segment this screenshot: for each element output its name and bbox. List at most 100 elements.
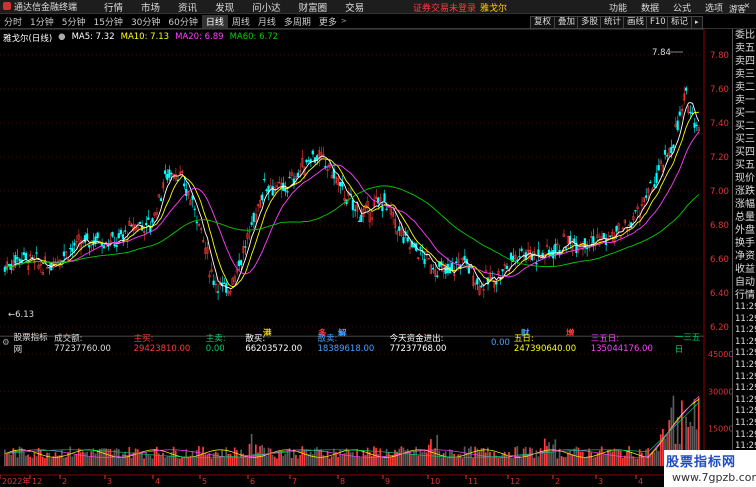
candle bbox=[237, 260, 241, 267]
volume-bar bbox=[484, 452, 487, 466]
candle bbox=[239, 260, 243, 265]
volume-bar bbox=[586, 456, 588, 466]
low-price-label: ←6.13 bbox=[8, 310, 34, 320]
volume-bar bbox=[362, 450, 365, 466]
kline-chart[interactable]: 7.80 7.60 7.40 7.20 7.00 6.80 6.60 6.40 6.20 4500… bbox=[0, 0, 756, 487]
volume-bar bbox=[630, 451, 633, 466]
volume-bar bbox=[634, 458, 637, 466]
candle bbox=[62, 251, 66, 257]
volume-bar bbox=[556, 458, 559, 466]
volume-bar bbox=[493, 452, 496, 466]
volume-bar bbox=[349, 452, 352, 466]
quote-label: 买三 bbox=[735, 134, 755, 145]
volume-bar bbox=[581, 451, 584, 466]
volume-bar bbox=[18, 446, 21, 466]
volume-bar bbox=[160, 455, 162, 466]
xaxis-tick: 12 bbox=[32, 477, 42, 486]
indicator-header: ⚙ 股票指标网 成交额: 77237760.00 主买: 29423810.00… bbox=[0, 333, 704, 355]
candle bbox=[296, 172, 300, 177]
volume-bar bbox=[176, 457, 179, 466]
candle bbox=[455, 261, 458, 263]
volume-bar bbox=[86, 451, 88, 466]
volume-bar bbox=[552, 444, 555, 466]
volume-bar bbox=[419, 450, 422, 466]
volume-bar bbox=[636, 458, 639, 466]
volume-bar bbox=[337, 457, 339, 466]
volume-bar bbox=[389, 456, 392, 466]
volume-bar bbox=[52, 456, 55, 466]
xaxis-tick: 3 bbox=[598, 477, 603, 486]
volume-bar bbox=[113, 449, 116, 466]
volume-bar bbox=[33, 452, 36, 466]
candle bbox=[383, 193, 386, 202]
candle bbox=[7, 263, 11, 266]
volume-bar bbox=[94, 453, 97, 466]
candle bbox=[286, 191, 289, 193]
volume-bar bbox=[141, 452, 143, 466]
volume-bar bbox=[421, 452, 424, 466]
candle bbox=[151, 218, 154, 223]
candle bbox=[670, 147, 673, 154]
candle bbox=[102, 246, 106, 249]
tick-time: 11:29 bbox=[735, 394, 756, 405]
volume-bar bbox=[39, 449, 42, 466]
candle bbox=[402, 237, 405, 243]
indicator-value-turnover: 成交额: 77237760.00 bbox=[54, 334, 111, 354]
tick-time: 11:29 bbox=[735, 371, 756, 382]
candle bbox=[431, 267, 435, 270]
volume-bar bbox=[20, 447, 23, 466]
volume-bar bbox=[373, 446, 375, 466]
candle bbox=[117, 233, 120, 239]
price-tick: 6.60 bbox=[710, 255, 729, 265]
volume-bar bbox=[499, 456, 502, 466]
candle bbox=[107, 245, 110, 247]
volume-bar bbox=[330, 456, 333, 466]
tick-time: 11:29 bbox=[735, 406, 756, 417]
volume-bar bbox=[233, 447, 236, 466]
indicator-title[interactable]: 股票指标网 bbox=[14, 331, 51, 355]
candle bbox=[48, 266, 51, 269]
ma5-line bbox=[4, 102, 700, 290]
quote-label: 买二 bbox=[735, 121, 755, 132]
tick-time: 11:29 bbox=[735, 429, 756, 440]
price-tick: 6.80 bbox=[710, 221, 729, 231]
volume-bar bbox=[489, 452, 491, 466]
xaxis-tick: 4 bbox=[638, 477, 643, 486]
volume-bar bbox=[470, 446, 472, 466]
volume-bar bbox=[149, 455, 152, 466]
candle bbox=[564, 247, 567, 249]
tick-time: 11:29 bbox=[735, 417, 756, 428]
candle bbox=[666, 155, 669, 157]
volume-bar bbox=[278, 451, 280, 466]
volume-bar bbox=[394, 449, 396, 466]
candle bbox=[14, 255, 17, 264]
candle bbox=[450, 262, 454, 271]
xaxis-tick: 2 bbox=[62, 477, 67, 486]
tick-time: 11:29 bbox=[735, 325, 756, 336]
volume-bar bbox=[505, 456, 508, 466]
volume-bar bbox=[657, 450, 660, 466]
price-tick: 7.80 bbox=[710, 51, 729, 61]
candle bbox=[223, 282, 226, 285]
volume-bar bbox=[231, 457, 234, 466]
quote-label: 行情 bbox=[735, 290, 755, 301]
candle bbox=[307, 160, 310, 162]
indicator-value-135day: 一三五日 bbox=[674, 333, 701, 355]
volume-bar bbox=[307, 454, 310, 466]
xaxis-tick: 2022年 bbox=[2, 476, 30, 486]
volume-bar bbox=[358, 456, 361, 466]
settings-icon[interactable]: ⚙ bbox=[2, 338, 10, 348]
xaxis-tick: 7 bbox=[292, 477, 297, 486]
volume-bar bbox=[396, 451, 398, 466]
volume-bar bbox=[22, 451, 25, 466]
candle bbox=[94, 236, 97, 244]
xaxis-tick: 10 bbox=[430, 477, 440, 486]
candle bbox=[86, 233, 89, 240]
volume-bar bbox=[65, 457, 67, 466]
volume-bar bbox=[46, 452, 48, 466]
volume-bar bbox=[607, 449, 609, 466]
candle bbox=[113, 244, 116, 247]
indicator-value-zero: 0.00 bbox=[490, 338, 510, 348]
volume-bar bbox=[54, 452, 57, 466]
volume-bar bbox=[434, 448, 436, 466]
